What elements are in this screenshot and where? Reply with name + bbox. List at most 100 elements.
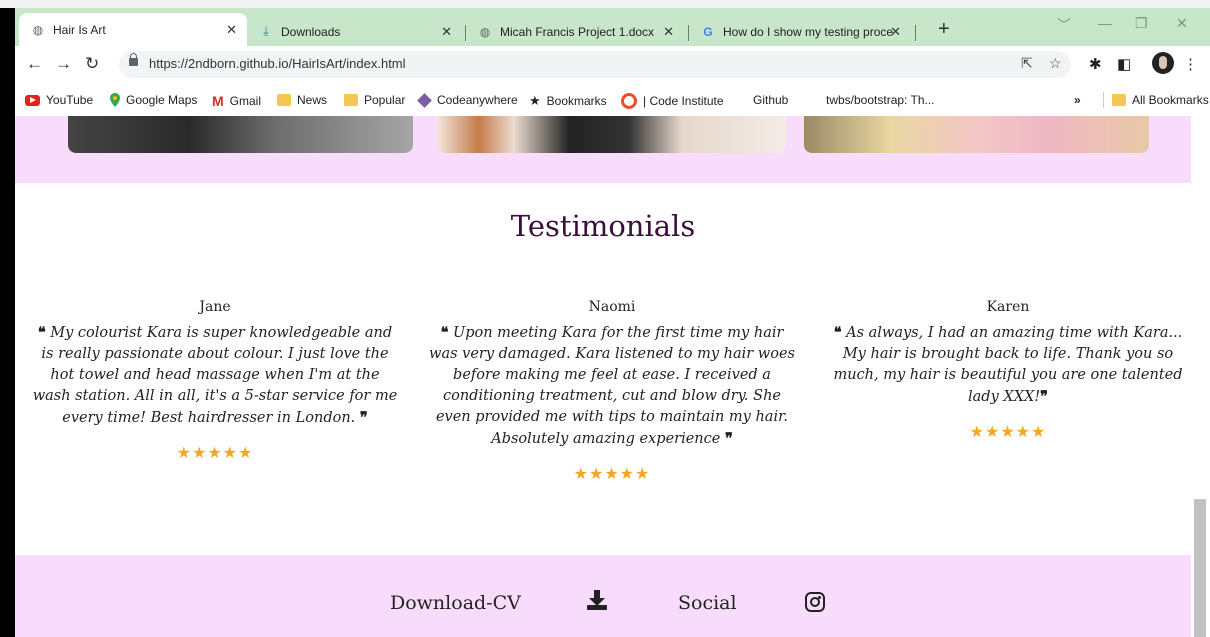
tab-hair-is-art[interactable]: ◍ Hair Is Art ✕ bbox=[19, 13, 247, 46]
download-icon: ⤓ bbox=[263, 24, 269, 38]
close-tab-icon[interactable]: ✕ bbox=[441, 24, 452, 40]
tab-title: Micah Francis Project 1.docx bbox=[500, 24, 655, 39]
tab-title: Downloads bbox=[281, 24, 341, 39]
close-quote-icon: ❞ bbox=[1040, 388, 1048, 405]
download-cv-link[interactable]: Download-CV bbox=[390, 592, 521, 614]
bookmark-twbs-bootstrap[interactable]: twbs/bootstrap: Th... bbox=[826, 93, 935, 107]
bookmark-star-icon[interactable]: ☆ bbox=[1049, 55, 1062, 72]
testimonial-card-jane: Jane ❝ My colourist Kara is super knowle… bbox=[30, 299, 400, 462]
web-page: Testimonials Jane ❝ My colourist Kara is… bbox=[15, 116, 1191, 637]
minimize-icon[interactable]: — bbox=[1098, 15, 1112, 31]
reload-icon[interactable]: ↻ bbox=[85, 54, 99, 74]
bookmark-label: Github bbox=[753, 93, 789, 107]
footer: Download-CV Social bbox=[15, 555, 1191, 637]
forward-icon[interactable]: → bbox=[55, 54, 72, 74]
open-quote-icon: ❝ bbox=[833, 324, 842, 341]
tab-strip: ◍ Hair Is Art ✕ ⤓ Downloads ✕ ◍ Micah Fr… bbox=[15, 13, 1210, 46]
share-icon[interactable]: ⇱ bbox=[1021, 55, 1033, 72]
bookmark-youtube[interactable]: YouTube bbox=[25, 93, 93, 107]
gallery-image-jars bbox=[437, 116, 786, 153]
globe-icon: ◍ bbox=[32, 22, 44, 37]
bookmark-label: twbs/bootstrap: Th... bbox=[826, 93, 935, 107]
testimonial-quote: ❝ My colourist Kara is super knowledgeab… bbox=[30, 322, 400, 429]
maps-pin-icon bbox=[110, 93, 120, 107]
all-bookmarks-button[interactable]: All Bookmarks bbox=[1112, 93, 1209, 107]
screen-top-strip bbox=[0, 0, 1210, 8]
bookmark-folder-news[interactable]: News bbox=[277, 93, 327, 107]
bookmarks-separator bbox=[1103, 92, 1104, 108]
restore-icon[interactable]: ❐ bbox=[1135, 15, 1148, 32]
address-bar[interactable]: https://2ndborn.github.io/HairIsArt/inde… bbox=[119, 51, 1071, 78]
url-text[interactable]: https://2ndborn.github.io/HairIsArt/inde… bbox=[149, 56, 406, 71]
close-tab-icon[interactable]: ✕ bbox=[890, 24, 901, 40]
back-icon[interactable]: ← bbox=[26, 54, 43, 74]
folder-icon bbox=[344, 94, 358, 106]
folder-icon bbox=[277, 94, 291, 106]
star-rating: ★★★★★ bbox=[573, 464, 651, 483]
gallery-section bbox=[15, 116, 1191, 183]
side-panel-icon[interactable]: ◧ bbox=[1117, 55, 1131, 73]
close-tab-icon[interactable]: ✕ bbox=[226, 22, 237, 38]
tab-title: Hair Is Art bbox=[53, 22, 106, 37]
open-quote-icon: ❝ bbox=[37, 324, 46, 341]
download-icon[interactable] bbox=[586, 589, 608, 611]
testimonial-name: Naomi bbox=[588, 299, 636, 315]
bookmark-bookmarks[interactable]: ★ Bookmarks bbox=[529, 93, 607, 109]
bookmark-gmail[interactable]: M Gmail bbox=[212, 93, 261, 109]
bookmark-code-institute[interactable]: | Code Institute bbox=[621, 93, 724, 109]
bookmark-label: News bbox=[297, 93, 328, 107]
bookmark-google-maps[interactable]: Google Maps bbox=[110, 93, 197, 107]
star-icon: ★ bbox=[529, 93, 541, 108]
screen-left-edge bbox=[0, 8, 15, 637]
tab-title: How do I show my testing proce bbox=[723, 24, 893, 39]
bookmark-label: Bookmarks bbox=[546, 94, 607, 108]
gallery-image-hair bbox=[804, 116, 1149, 153]
testimonial-text: Upon meeting Kara for the first time my … bbox=[429, 325, 795, 447]
testimonials-heading: Testimonials bbox=[510, 209, 696, 243]
tab-how-do-i-show-testing[interactable]: G How do I show my testing proce ✕ bbox=[689, 17, 911, 46]
browser-toolbar: ← → ↻ https://2ndborn.github.io/HairIsAr… bbox=[15, 46, 1210, 83]
bookmark-github[interactable]: Github bbox=[753, 93, 788, 107]
folder-icon bbox=[1112, 94, 1126, 106]
bookmarks-bar: YouTube Google Maps M Gmail News Popular… bbox=[15, 83, 1210, 116]
bookmark-label: YouTube bbox=[46, 93, 94, 107]
bookmark-label: | Code Institute bbox=[643, 94, 724, 108]
bookmark-codeanywhere[interactable]: Codeanywhere bbox=[417, 92, 518, 108]
profile-avatar[interactable] bbox=[1152, 52, 1174, 74]
star-rating: ★★★★★ bbox=[969, 422, 1047, 441]
extensions-icon[interactable]: ✱ bbox=[1089, 55, 1102, 73]
testimonial-text: As always, I had an amazing time with Ka… bbox=[833, 325, 1183, 405]
social-link[interactable]: Social bbox=[678, 592, 737, 614]
testimonial-card-karen: Karen ❝ As always, I had an amazing time… bbox=[823, 299, 1191, 441]
close-window-icon[interactable]: ✕ bbox=[1176, 15, 1188, 32]
bookmark-label: Codeanywhere bbox=[437, 93, 518, 107]
close-tab-icon[interactable]: ✕ bbox=[663, 24, 674, 40]
page-scrollbar-thumb[interactable] bbox=[1194, 499, 1206, 637]
cube-icon bbox=[417, 92, 432, 108]
testimonial-quote: ❝ As always, I had an amazing time with … bbox=[823, 322, 1191, 408]
google-icon: G bbox=[703, 24, 713, 39]
bookmark-label: All Bookmarks bbox=[1132, 93, 1209, 107]
menu-dots-icon[interactable]: ⋮ bbox=[1183, 55, 1198, 73]
bookmark-label: Popular bbox=[364, 93, 406, 107]
tab-separator bbox=[915, 25, 916, 41]
tab-downloads[interactable]: ⤓ Downloads ✕ bbox=[247, 17, 462, 46]
gmail-icon: M bbox=[212, 93, 224, 109]
bookmark-folder-popular[interactable]: Popular bbox=[344, 93, 405, 107]
bookmarks-overflow-button[interactable]: » bbox=[1074, 93, 1081, 107]
overflow-chevron: » bbox=[1074, 93, 1081, 107]
ring-icon bbox=[621, 93, 637, 109]
testimonial-name: Karen bbox=[986, 299, 1030, 315]
bookmark-label: Gmail bbox=[229, 94, 262, 108]
instagram-icon[interactable] bbox=[805, 592, 825, 612]
open-quote-icon: ❝ bbox=[440, 324, 449, 341]
gallery-image-products bbox=[68, 116, 413, 153]
testimonial-name: Jane bbox=[199, 299, 231, 315]
tab-micah-francis-project[interactable]: ◍ Micah Francis Project 1.docx ✕ bbox=[466, 17, 684, 46]
lock-icon bbox=[129, 53, 138, 66]
tab-search-icon[interactable]: ﹀ bbox=[1057, 15, 1071, 35]
bookmark-label: Google Maps bbox=[126, 93, 198, 107]
close-quote-icon: ❞ bbox=[359, 409, 368, 426]
new-tab-button[interactable]: + bbox=[938, 18, 950, 41]
youtube-icon bbox=[25, 94, 40, 106]
